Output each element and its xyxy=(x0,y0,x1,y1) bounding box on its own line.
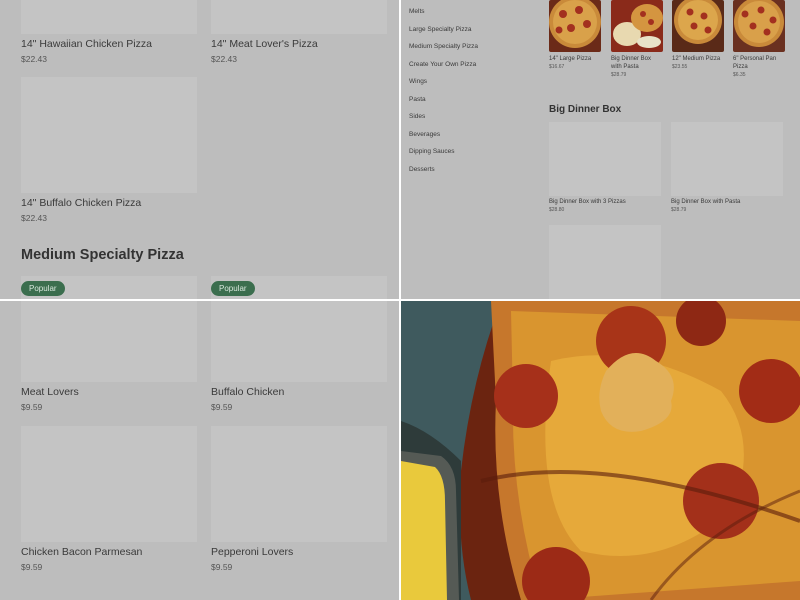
product-image-placeholder xyxy=(21,301,197,382)
menu-panel-bottom-left: Meat Lovers $9.59 Buffalo Chicken $9.59 … xyxy=(0,301,399,600)
product-image-placeholder xyxy=(21,0,197,34)
featured-item-price: $28.79 xyxy=(611,72,627,78)
product-price: $9.59 xyxy=(211,562,233,572)
sidebar-item-wings[interactable]: Wings xyxy=(409,76,539,94)
product-image-placeholder xyxy=(211,0,387,34)
product-price: $28.79 xyxy=(671,207,687,213)
category-sidebar: Melts Large Specialty Pizza Medium Speci… xyxy=(409,6,539,181)
pizza-photo-panel xyxy=(401,301,800,600)
sidebar-item-beverages[interactable]: Beverages xyxy=(409,129,539,147)
product-price: $9.59 xyxy=(211,402,233,412)
sidebar-item-pasta[interactable]: Pasta xyxy=(409,94,539,112)
product-price: $28.80 xyxy=(549,207,565,213)
product-price: $9.59 xyxy=(21,402,43,412)
featured-item[interactable]: 6" Personal Pan Pizza $6.35 xyxy=(733,0,785,78)
featured-item-name: 14" Large Pizza xyxy=(549,56,592,62)
product-price: $22.43 xyxy=(21,54,47,64)
product-name: 14" Meat Lover's Pizza xyxy=(211,38,318,50)
product-image-placeholder xyxy=(211,301,387,382)
product-name: Big Dinner Box with Pasta xyxy=(671,199,741,205)
product-image-placeholder xyxy=(671,122,783,196)
screenshot-grid: 14" Hawaiian Chicken Pizza $22.43 14" Me… xyxy=(0,0,800,600)
product-name: Pepperoni Lovers xyxy=(211,546,294,558)
dinner-box-card[interactable]: Big Dinner Box with 3 Pizzas $28.80 xyxy=(549,122,661,213)
featured-item[interactable]: 14" Large Pizza $16.67 xyxy=(549,0,601,70)
product-name: Buffalo Chicken xyxy=(211,386,285,398)
dinner-box-card[interactable]: Big Dinner Box with Pasta $28.79 xyxy=(671,122,783,213)
popular-badge: Popular xyxy=(211,281,255,296)
product-card[interactable]: 14" Buffalo Chicken Pizza $22.43 xyxy=(21,77,197,223)
product-price: $9.59 xyxy=(21,562,43,572)
section-title: Big Dinner Box xyxy=(549,104,622,115)
featured-item-price: $16.67 xyxy=(549,64,565,70)
product-name: 14" Hawaiian Chicken Pizza xyxy=(21,38,152,50)
dinner-box-thumbnail xyxy=(611,0,663,52)
pizza-thumbnail xyxy=(672,0,724,52)
product-price: $22.43 xyxy=(211,54,237,64)
sidebar-item-sides[interactable]: Sides xyxy=(409,111,539,129)
featured-item[interactable]: 12" Medium Pizza $23.55 xyxy=(672,0,724,70)
product-card[interactable]: Buffalo Chicken $9.59 xyxy=(211,301,387,412)
featured-item[interactable]: Big Dinner Box with Pasta $28.79 xyxy=(611,0,663,78)
pizza-thumbnail xyxy=(733,0,785,52)
product-name: Meat Lovers xyxy=(21,386,79,398)
menu-panel-top-right: Melts Large Specialty Pizza Medium Speci… xyxy=(401,0,800,299)
product-card[interactable]: Chicken Bacon Parmesan $9.59 xyxy=(21,426,197,572)
featured-item-name: 6" Personal Pan Pizza xyxy=(733,56,777,70)
product-price: $22.43 xyxy=(21,213,47,223)
sidebar-item-large-specialty-pizza[interactable]: Large Specialty Pizza xyxy=(409,24,539,42)
product-image-placeholder xyxy=(211,426,387,542)
product-card[interactable]: Meat Lovers $9.59 xyxy=(21,301,197,412)
product-image-placeholder xyxy=(21,77,197,193)
sidebar-item-medium-specialty-pizza[interactable]: Medium Specialty Pizza xyxy=(409,41,539,59)
product-card[interactable]: 14" Hawaiian Chicken Pizza $22.43 xyxy=(21,0,197,64)
sidebar-item-dipping-sauces[interactable]: Dipping Sauces xyxy=(409,146,539,164)
sidebar-item-desserts[interactable]: Desserts xyxy=(409,164,539,182)
dinner-box-card[interactable] xyxy=(549,225,661,299)
product-image-placeholder xyxy=(21,426,197,542)
product-card[interactable]: 14" Meat Lover's Pizza $22.43 xyxy=(211,0,387,64)
product-image-placeholder xyxy=(549,122,661,196)
sidebar-item-melts[interactable]: Melts xyxy=(409,6,539,24)
product-image-placeholder xyxy=(549,225,661,299)
featured-item-price: $6.35 xyxy=(733,72,746,78)
product-card[interactable]: Pepperoni Lovers $9.59 xyxy=(211,426,387,572)
product-name: 14" Buffalo Chicken Pizza xyxy=(21,197,142,209)
section-title: Medium Specialty Pizza xyxy=(21,247,184,263)
pizza-photo xyxy=(401,301,800,600)
sidebar-item-create-your-own-pizza[interactable]: Create Your Own Pizza xyxy=(409,59,539,77)
product-name: Chicken Bacon Parmesan xyxy=(21,546,143,558)
product-name: Big Dinner Box with 3 Pizzas xyxy=(549,199,626,205)
featured-item-price: $23.55 xyxy=(672,64,688,70)
menu-panel-top-left: 14" Hawaiian Chicken Pizza $22.43 14" Me… xyxy=(0,0,399,299)
featured-item-name: 12" Medium Pizza xyxy=(672,56,721,62)
featured-item-name: Big Dinner Box with Pasta xyxy=(611,56,652,70)
popular-badge: Popular xyxy=(21,281,65,296)
pizza-thumbnail xyxy=(549,0,601,52)
